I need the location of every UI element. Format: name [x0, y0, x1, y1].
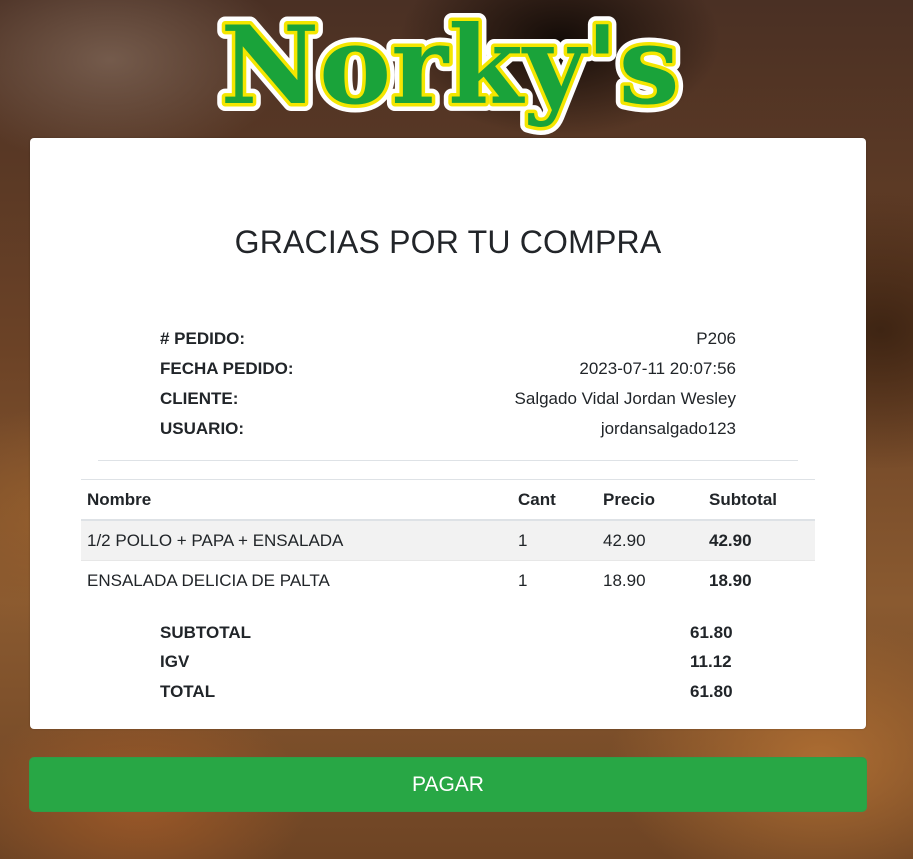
customer-row: CLIENTE: Salgado Vidal Jordan Wesley: [160, 384, 736, 414]
svg-text:Norky's: Norky's: [220, 3, 679, 129]
user-row: USUARIO: jordansalgado123: [160, 414, 736, 444]
subtotal-label: SUBTOTAL: [160, 622, 251, 642]
divider: [98, 460, 798, 461]
order-items-table: Nombre Cant Precio Subtotal 1/2 POLLO + …: [81, 479, 815, 600]
order-number-row: # PEDIDO: P206: [160, 324, 736, 354]
item-quantity: 1: [512, 519, 597, 561]
subtotal-row: SUBTOTAL 61.80: [160, 618, 736, 648]
customer-value: Salgado Vidal Jordan Wesley: [514, 389, 736, 408]
item-price: 42.90: [597, 519, 703, 561]
norkys-logo: Norky's Norky's: [212, 0, 687, 135]
order-number-value: P206: [696, 329, 736, 348]
table-header-row: Nombre Cant Precio Subtotal: [81, 479, 815, 521]
table-row: ENSALADA DELICIA DE PALTA 1 18.90 18.90: [81, 560, 815, 600]
user-label: USUARIO:: [160, 419, 245, 438]
item-subtotal: 42.90: [703, 519, 815, 561]
totals-section: SUBTOTAL 61.80 IGV 11.12 TOTAL 61.80: [160, 618, 736, 707]
header-nombre: Nombre: [81, 479, 512, 521]
item-quantity: 1: [512, 560, 597, 600]
order-info: # PEDIDO: P206 FECHA PEDIDO: 2023-07-11 …: [160, 324, 736, 444]
item-name: ENSALADA DELICIA DE PALTA: [81, 560, 512, 600]
header-subtotal: Subtotal: [703, 479, 815, 521]
page-title: GRACIAS POR TU COMPRA: [234, 224, 662, 260]
total-label: TOTAL: [160, 681, 216, 701]
customer-label: CLIENTE:: [160, 389, 239, 408]
pay-button[interactable]: PAGAR: [29, 757, 867, 812]
receipt-card: GRACIAS POR TU COMPRA # PEDIDO: P206 FEC…: [30, 138, 866, 729]
user-value: jordansalgado123: [600, 419, 736, 438]
subtotal-value: 61.80: [690, 622, 733, 642]
item-price: 18.90: [597, 560, 703, 600]
igv-label: IGV: [160, 652, 190, 672]
item-subtotal: 18.90: [703, 560, 815, 600]
item-name: 1/2 POLLO + PAPA + ENSALADA: [81, 519, 512, 561]
total-value: 61.80: [690, 681, 733, 701]
order-date-label: FECHA PEDIDO:: [160, 359, 294, 378]
order-date-value: 2023-07-11 20:07:56: [579, 359, 736, 378]
header-precio: Precio: [597, 479, 703, 521]
igv-row: IGV 11.12: [160, 648, 736, 678]
igv-value: 11.12: [690, 652, 732, 672]
table-row: 1/2 POLLO + PAPA + ENSALADA 1 42.90 42.9…: [81, 519, 815, 561]
total-row: TOTAL 61.80: [160, 677, 736, 707]
header-cant: Cant: [512, 479, 597, 521]
order-number-label: # PEDIDO:: [160, 329, 246, 348]
order-date-row: FECHA PEDIDO: 2023-07-11 20:07:56: [160, 354, 736, 384]
